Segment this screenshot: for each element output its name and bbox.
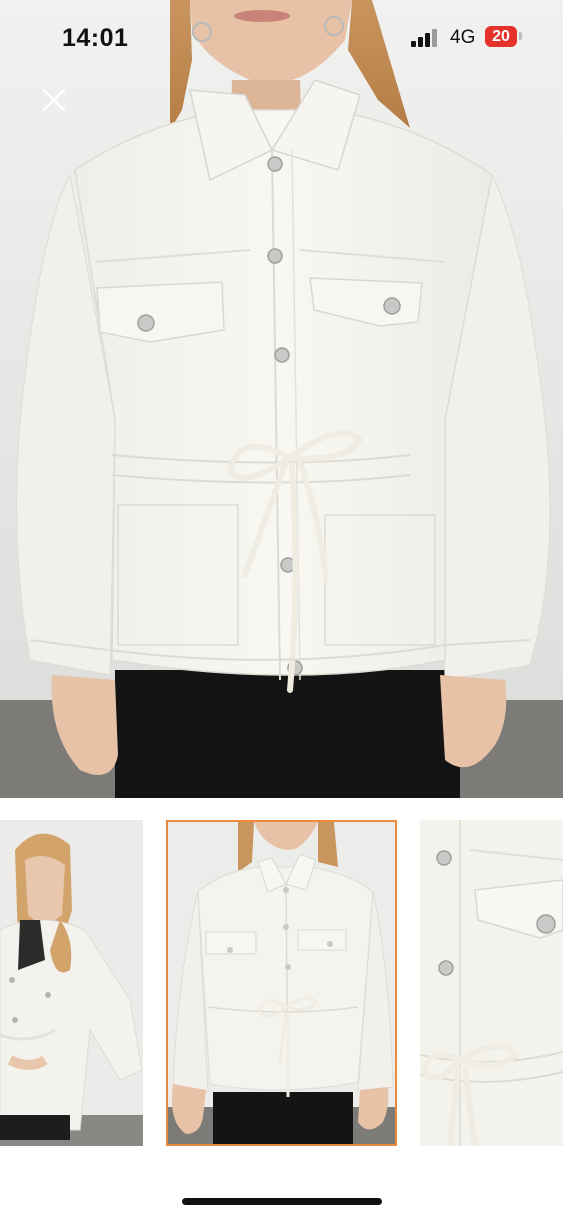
network-type: 4G (450, 27, 476, 48)
thumbnail-strip (0, 820, 563, 1148)
thumbnail-image (420, 820, 563, 1146)
thumbnail-1[interactable] (0, 820, 143, 1146)
close-icon (42, 88, 66, 112)
battery-cap (519, 32, 522, 40)
thumbnail-image (0, 820, 143, 1146)
battery-icon: 20 (485, 26, 517, 47)
close-button[interactable] (38, 84, 70, 116)
thumbnail-3[interactable] (420, 820, 563, 1146)
thumbnail-2[interactable] (166, 820, 397, 1146)
status-time: 14:01 (62, 24, 129, 52)
jacket-photo (0, 0, 563, 798)
thumbnail-image (168, 822, 395, 1144)
home-indicator[interactable] (182, 1198, 382, 1205)
main-product-image[interactable] (0, 0, 563, 798)
status-bar: 14:01 4G 20 (0, 0, 563, 78)
signal-icon (411, 29, 439, 47)
